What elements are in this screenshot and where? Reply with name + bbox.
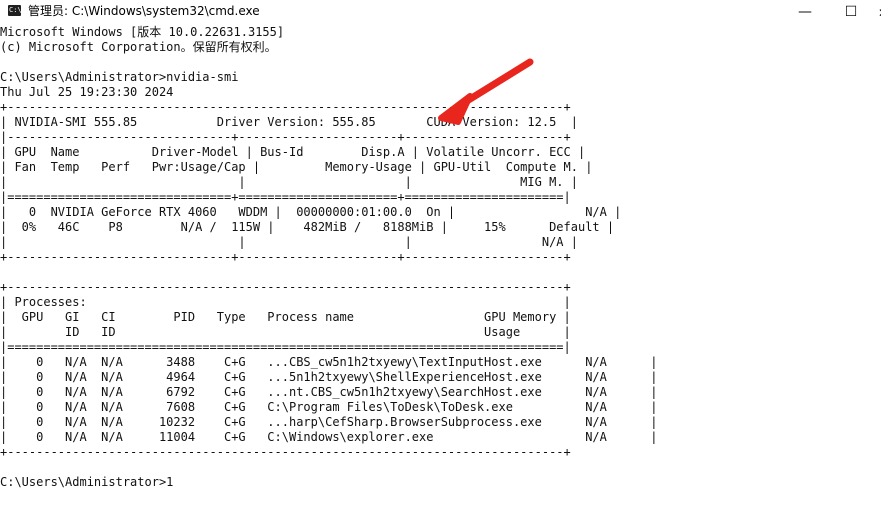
maximize-icon: ☐	[844, 4, 858, 20]
minimize-button[interactable]: —	[782, 0, 828, 24]
cmd-icon-glyph: C:\	[9, 6, 22, 14]
title-bar: C:\ 管理员: C:\Windows\system32\cmd.exe — ☐…	[0, 0, 881, 24]
window-title: 管理员: C:\Windows\system32\cmd.exe	[28, 4, 260, 18]
maximize-button[interactable]: ☐	[828, 0, 874, 24]
arrow-head	[438, 93, 473, 125]
cmd-app-icon[interactable]: C:\	[8, 5, 22, 16]
minimize-icon: —	[798, 4, 812, 20]
red-arrow-annotation	[438, 58, 534, 125]
console-output[interactable]: Microsoft Windows [版本 10.0.22631.3155] (c…	[0, 24, 881, 509]
